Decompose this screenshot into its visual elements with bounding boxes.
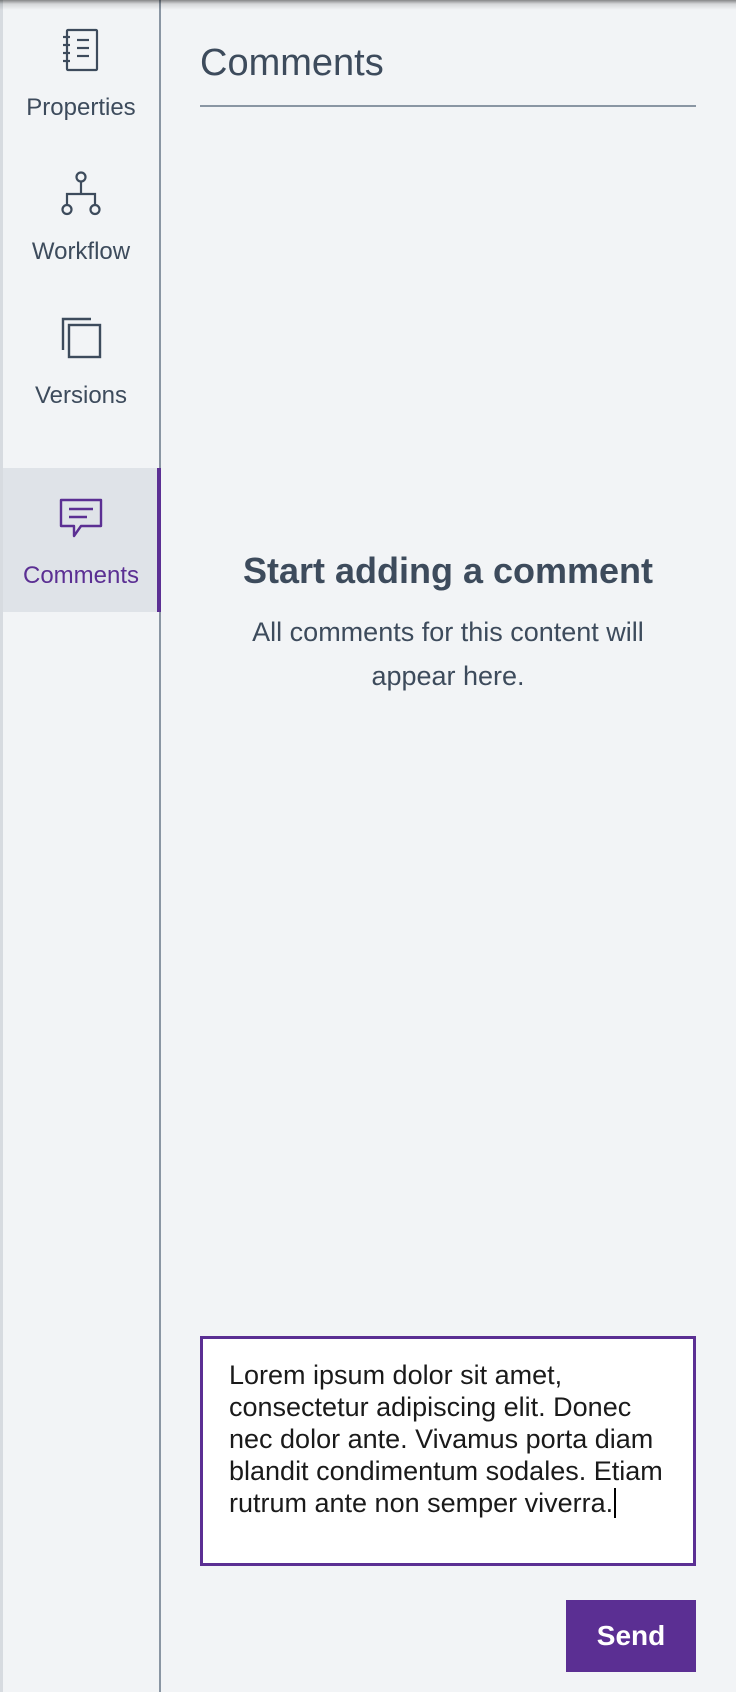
sidebar-item-label: Comments (22, 562, 140, 589)
workflow-icon (49, 162, 113, 226)
comments-panel: Comments Start adding a comment All comm… (200, 0, 696, 1692)
sidebar: Properties Workflow Versions Comments (3, 0, 161, 1692)
text-cursor (614, 1488, 617, 1518)
window-top-shadow (0, 0, 736, 10)
comments-icon (49, 486, 113, 550)
empty-state-heading: Start adding a comment (242, 550, 654, 591)
sidebar-item-versions[interactable]: Versions (3, 288, 159, 432)
sidebar-item-label: Workflow (31, 238, 131, 265)
sidebar-item-properties[interactable]: Properties (3, 0, 159, 144)
comment-input-text: Lorem ipsum dolor sit amet, consectetur … (229, 1360, 671, 1518)
page-title: Comments (200, 42, 384, 84)
sidebar-item-label: Properties (26, 94, 136, 121)
send-button[interactable]: Send (566, 1600, 696, 1672)
empty-state-text: All comments for this content will appea… (252, 617, 644, 691)
sidebar-item-comments[interactable]: Comments (3, 468, 161, 612)
versions-icon (49, 306, 113, 370)
sidebar-item-label: Versions (34, 382, 128, 409)
title-divider (200, 105, 696, 107)
sidebar-item-workflow[interactable]: Workflow (3, 144, 159, 288)
comment-input[interactable]: Lorem ipsum dolor sit amet, consectetur … (200, 1336, 696, 1566)
properties-icon (49, 18, 113, 82)
